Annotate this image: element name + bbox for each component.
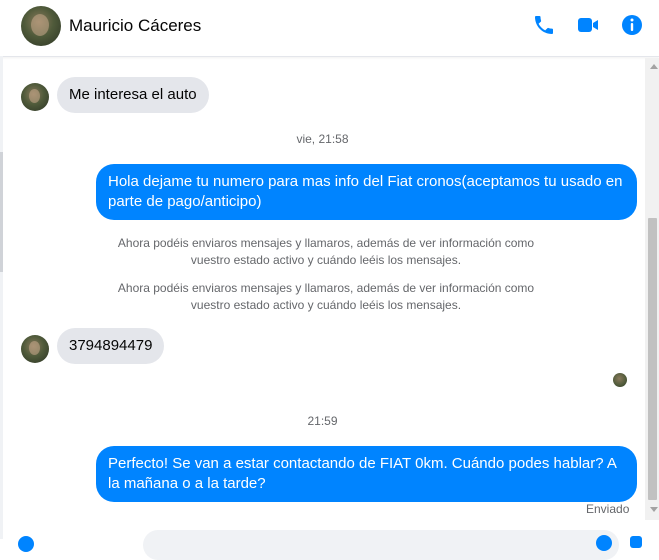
outgoing-message[interactable]: Perfecto! Se van a estar contactando de …: [96, 446, 637, 502]
message-input[interactable]: [143, 530, 619, 560]
scrollbar-thumb[interactable]: [648, 218, 657, 500]
contact-avatar[interactable]: [21, 6, 61, 46]
system-notice: Ahora podéis enviaros mensajes y llamaro…: [117, 236, 535, 267]
plus-icon[interactable]: [18, 536, 34, 552]
read-receipt-avatar: [613, 373, 627, 387]
left-panel-edge: [0, 56, 3, 539]
chat-header: Mauricio Cáceres: [0, 0, 659, 57]
phone-icon[interactable]: [532, 13, 556, 37]
message-status: Enviado: [586, 502, 630, 516]
scroll-down-arrow-icon[interactable]: [650, 507, 658, 512]
scroll-up-arrow-icon[interactable]: [650, 64, 658, 69]
like-icon[interactable]: [630, 536, 642, 548]
info-icon[interactable]: [620, 13, 644, 37]
system-notice: Ahora podéis enviaros mensajes y llamaro…: [117, 281, 535, 312]
contact-avatar-small[interactable]: [21, 83, 49, 111]
contact-avatar-small[interactable]: [21, 335, 49, 363]
contact-name[interactable]: Mauricio Cáceres: [69, 16, 201, 36]
emoji-icon[interactable]: [596, 535, 612, 551]
timestamp: vie, 21:58: [296, 132, 349, 146]
composer-bar: [0, 527, 645, 560]
incoming-message[interactable]: Me interesa el auto: [57, 77, 209, 113]
incoming-message[interactable]: 3794894479: [57, 328, 165, 364]
left-panel-scroll-mark: [0, 152, 3, 272]
video-camera-icon[interactable]: [576, 13, 600, 37]
timestamp: 21:59: [307, 414, 338, 428]
outgoing-message[interactable]: Hola dejame tu numero para mas info del …: [96, 164, 637, 220]
